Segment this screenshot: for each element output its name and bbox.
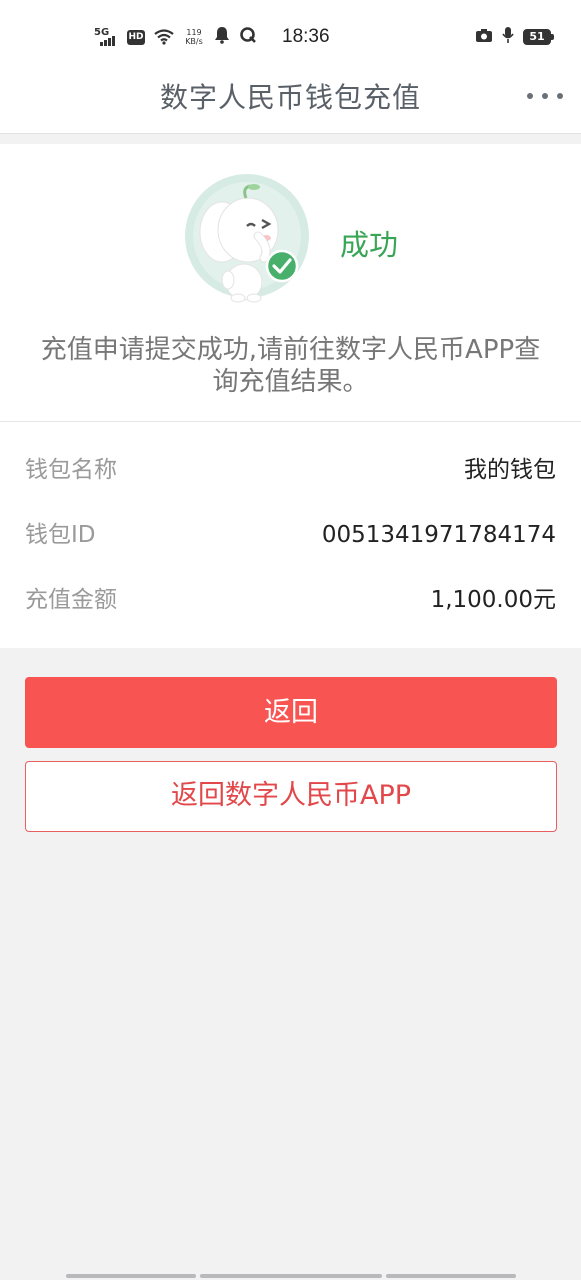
result-card: 成功 充值申请提交成功,请前往数字人民币APP查询充值结果。 [0, 144, 581, 422]
network-speed: 119 KB/s [183, 28, 205, 46]
status-right: 51 [475, 26, 554, 48]
gesture-bar-segment[interactable] [66, 1274, 196, 1278]
gesture-bar-segment[interactable] [386, 1274, 516, 1278]
detail-value: 0051341971784174 [321, 522, 556, 548]
speed-value: 119 [186, 28, 202, 37]
speed-unit: KB/s [185, 37, 203, 46]
notification-bell-icon [214, 26, 230, 48]
detail-label: 钱包ID [25, 522, 96, 548]
detail-label: 充值金额 [25, 587, 117, 613]
detail-row-amount: 充值金额 1,100.00元 [0, 580, 581, 620]
clock: 18:36 [282, 26, 330, 47]
more-icon[interactable] [527, 84, 563, 108]
hd-icon: HD [127, 29, 145, 45]
return-to-app-button[interactable]: 返回数字人民币APP [25, 761, 557, 832]
page-title: 数字人民币钱包充值 [159, 81, 421, 114]
nav-header: 数字人民币钱包充值 [0, 72, 581, 134]
result-message: 充值申请提交成功,请前往数字人民币APP查询充值结果。 [40, 335, 541, 397]
camera-icon [475, 28, 493, 47]
detail-row-wallet-name: 钱包名称 我的钱包 [0, 450, 581, 490]
detail-label: 钱包名称 [25, 457, 117, 483]
detail-row-wallet-id: 钱包ID 0051341971784174 [0, 515, 581, 555]
success-check-icon [265, 249, 299, 283]
recharge-details: 钱包名称 我的钱包 钱包ID 0051341971784174 充值金额 1,1… [0, 422, 581, 648]
section-divider [0, 134, 581, 144]
detail-value: 1,100.00元 [430, 587, 556, 613]
status-left: 5G HD 119 KB/s 18:36 [94, 22, 330, 52]
back-button[interactable]: 返回 [25, 677, 557, 748]
detail-value: 我的钱包 [464, 457, 556, 483]
gesture-bar-segment[interactable] [200, 1274, 382, 1278]
signal-icon: 5G [94, 26, 118, 48]
qq-browser-icon [239, 26, 257, 48]
battery-icon: 51 [523, 29, 554, 45]
microphone-icon [502, 26, 514, 48]
recharge-result-page: 5G HD 119 KB/s 18:36 51 数字人民币钱包充值 成功 充值申… [0, 0, 581, 1280]
status-bar: 5G HD 119 KB/s 18:36 51 [0, 0, 581, 72]
mascot-illustration [185, 174, 309, 303]
result-status: 成功 [340, 228, 399, 262]
wifi-icon [154, 29, 174, 45]
